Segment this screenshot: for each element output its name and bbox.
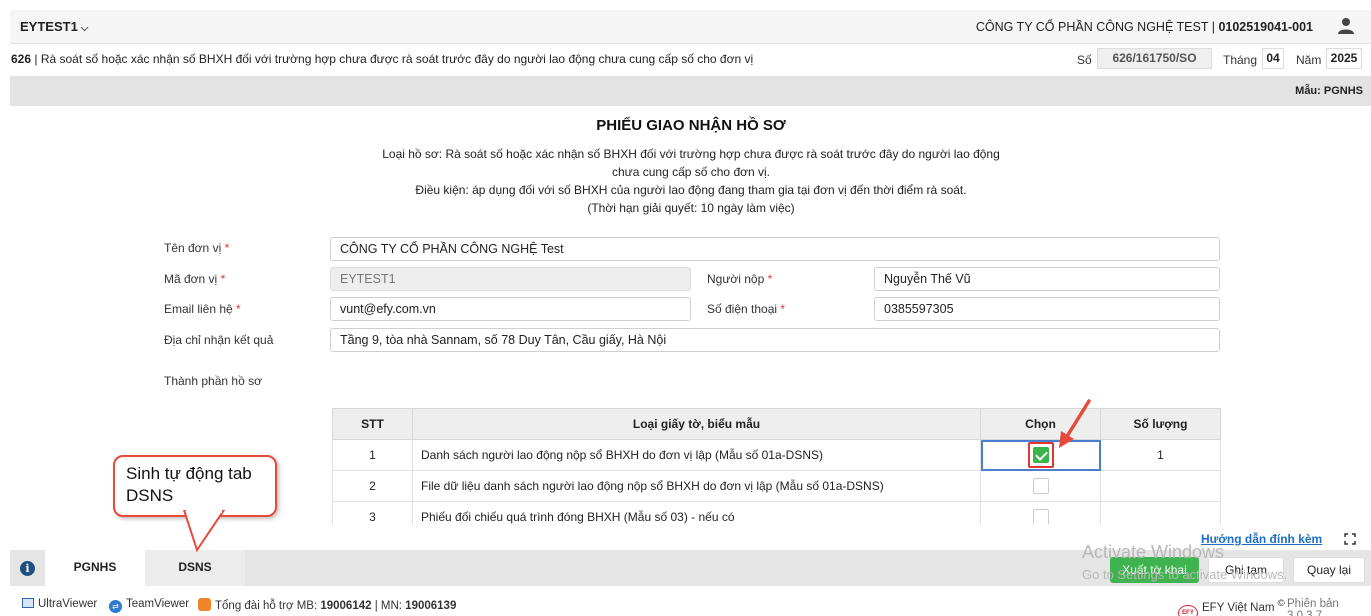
callout-tail <box>182 510 226 553</box>
activate-windows-subtitle: Go to Settings to activate Windows. <box>1082 567 1288 582</box>
document-title: PHIẾU GIAO NHẬN HỒ SƠ <box>596 117 786 134</box>
hotline-mn: 19006139 <box>405 600 457 612</box>
form-title-text: | Rà soát số hoặc xác nhận số BHXH đối v… <box>31 52 754 66</box>
col-doc-type-header: Loại giấy tờ, biểu mẫu <box>412 408 981 440</box>
year-field[interactable]: 2025 <box>1326 48 1362 69</box>
unit-name-field[interactable]: CÔNG TY CỔ PHẦN CÔNG NGHỆ Test <box>330 237 1220 261</box>
footer: UltraViewer ⇄ TeamViewer Tổng đài hỗ trợ … <box>10 592 1371 616</box>
col-quantity-header: Số lượng <box>1100 408 1221 440</box>
row-quantity[interactable]: 1 <box>1100 439 1221 471</box>
row-doc-name: Phiếu đối chiếu quá trình đóng BHXH (Mẫu… <box>412 501 981 524</box>
efy-logo: EFY <box>1178 604 1198 616</box>
row-stt: 2 <box>332 470 413 502</box>
hotline: Tổng đài hỗ trợ MB: 19006142 | MN: 19006… <box>198 598 456 612</box>
document-desc-4: (Thời hạn giải quyết: 10 ngày làm việc) <box>587 201 795 215</box>
required-mark: * <box>220 272 226 286</box>
unit-name-label: Tên đơn vị * <box>164 241 229 255</box>
email-label: Email liên hệ * <box>164 302 241 316</box>
hotline-mb: 19006142 <box>320 600 372 612</box>
submitter-label-text: Người nộp <box>707 272 765 286</box>
document-desc-3: Điều kiện: áp dụng đối với số BHXH của n… <box>415 183 967 197</box>
top-bar: EYTEST1 ⌵ CÔNG TY CỔ PHẦN CÔNG NGHỆ TEST … <box>10 10 1371 44</box>
ultraviewer-label: UltraViewer <box>38 598 98 610</box>
row-quantity[interactable] <box>1100 501 1221 524</box>
copyright-mark: © <box>1277 598 1285 609</box>
address-field[interactable]: Tầng 9, tòa nhà Sannam, số 78 Duy Tân, C… <box>330 328 1220 352</box>
ultraviewer-link[interactable]: UltraViewer <box>22 598 97 610</box>
unit-name-label-text: Tên đơn vị <box>164 241 222 255</box>
teamviewer-link[interactable]: ⇄ TeamViewer <box>109 598 189 613</box>
hotline-sep: | MN: <box>371 600 406 612</box>
hotline-prefix: Tổng đài hỗ trợ MB: <box>215 600 321 612</box>
form-title: 626 | Rà soát số hoặc xác nhận số BHXH đ… <box>11 52 753 66</box>
tab-dsns[interactable]: DSNS <box>145 550 245 586</box>
teamviewer-label: TeamViewer <box>126 598 190 610</box>
activate-windows-title: Activate Windows <box>1082 542 1225 562</box>
company-info: CÔNG TY CỔ PHẦN CÔNG NGHỆ TEST | 0102519… <box>976 20 1313 34</box>
address-label: Địa chỉ nhận kết quả <box>164 333 274 347</box>
brand: EFY EFY Việt Nam © <box>1178 598 1285 616</box>
select-checkbox[interactable] <box>1032 509 1049 524</box>
document-desc-2: chưa cung cấp số cho đơn vị. <box>612 165 770 179</box>
select-checkbox[interactable] <box>1032 478 1049 494</box>
phone-field[interactable]: 0385597305 <box>874 297 1220 321</box>
required-mark: * <box>767 272 773 286</box>
chevron-down-icon: ⌵ <box>80 23 89 34</box>
form-header: 626 | Rà soát số hoặc xác nhận số BHXH đ… <box>10 44 1371 76</box>
tenant-name: EYTEST1 <box>20 19 78 34</box>
table-row: 2 File dữ liệu danh sách người lao động … <box>332 470 1221 502</box>
callout-line-1: Sinh tự động tab <box>126 464 252 483</box>
brand-name: EFY Việt Nam <box>1202 601 1275 614</box>
tab-pgnhs[interactable]: PGNHS <box>45 550 145 586</box>
email-label-text: Email liên hệ <box>164 302 233 316</box>
document-desc-1: Loại hồ sơ: Rà soát số hoặc xác nhận số … <box>382 147 1000 161</box>
template-label: Mẫu: PGNHS <box>1295 85 1363 97</box>
user-icon[interactable] <box>1337 17 1355 35</box>
unit-code-label-text: Mã đơn vị <box>164 272 218 286</box>
template-bar: Mẫu: PGNHS <box>10 76 1371 106</box>
tenant-switcher[interactable]: EYTEST1 ⌵ <box>20 19 88 34</box>
submitter-field[interactable]: Nguyễn Thế Vũ <box>874 267 1220 291</box>
year-label: Năm <box>1296 53 1322 67</box>
company-code: 0102519041-001 <box>1218 20 1313 34</box>
phone-icon <box>198 598 211 611</box>
row-doc-name: Danh sách người lao động nộp sổ BHXH do … <box>412 439 981 471</box>
expand-icon[interactable] <box>1344 533 1356 545</box>
callout-line-2: DSNS <box>126 486 174 505</box>
table-row: 3 Phiếu đối chiếu quá trình đóng BHXH (M… <box>332 501 1221 524</box>
month-label: Tháng <box>1223 53 1258 67</box>
month-field[interactable]: 04 <box>1262 48 1284 69</box>
ultraviewer-icon <box>22 598 34 608</box>
company-name: CÔNG TY CỔ PHẦN CÔNG NGHỆ TEST | <box>975 20 1219 34</box>
row-stt: 1 <box>332 439 413 471</box>
required-mark: * <box>236 302 241 316</box>
col-stt-header: STT <box>332 408 413 440</box>
components-label: Thành phần hồ sơ <box>164 374 262 388</box>
so-field: 626/161750/SO <box>1097 48 1212 69</box>
form-code: 626 <box>11 52 32 66</box>
phone-label-text: Số điện thoại <box>707 302 778 316</box>
so-label: Số <box>1077 53 1092 67</box>
phone-label: Số điện thoại * <box>707 302 785 316</box>
unit-code-label: Mã đơn vị * <box>164 272 225 286</box>
back-button[interactable]: Quay lại <box>1293 557 1365 583</box>
row-select-cell[interactable] <box>980 501 1101 524</box>
email-field[interactable]: vunt@efy.com.vn <box>330 297 691 321</box>
row-doc-name: File dữ liệu danh sách người lao động nộ… <box>412 470 981 502</box>
row-select-cell[interactable] <box>980 470 1101 502</box>
submitter-label: Người nộp * <box>707 272 772 286</box>
row-quantity[interactable] <box>1100 470 1221 502</box>
required-mark: * <box>224 241 230 255</box>
annotation-arrow-icon <box>1059 399 1091 448</box>
annotation-callout: Sinh tự động tab DSNS <box>113 455 277 517</box>
required-mark: * <box>780 302 786 316</box>
row-stt: 3 <box>332 501 413 524</box>
unit-code-field: EYTEST1 <box>330 267 691 291</box>
highlight-box <box>1027 442 1054 468</box>
version-label: Phiên bản 3.0.3.7 <box>1287 598 1339 616</box>
select-checkbox[interactable] <box>1032 447 1049 463</box>
info-icon[interactable]: i <box>20 561 35 576</box>
teamviewer-icon: ⇄ <box>109 600 122 613</box>
